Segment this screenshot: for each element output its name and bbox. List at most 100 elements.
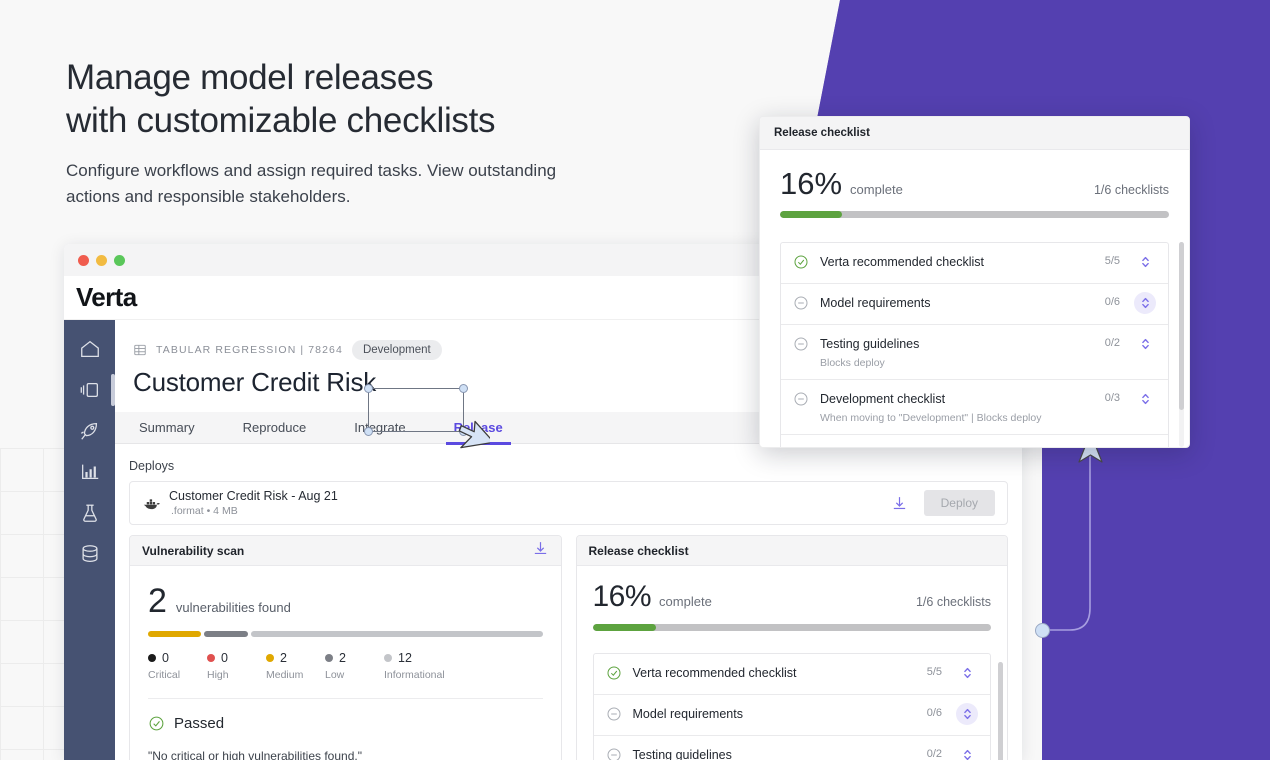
deploy-meta: .format • 4 MB: [171, 505, 238, 517]
chevron-updown-icon[interactable]: [1140, 255, 1151, 269]
checklist-name: Testing guidelines: [632, 748, 732, 760]
vulnerability-scan-card: Vulnerability scan 2 vulnerabilities fou…: [129, 535, 562, 760]
vulnerability-status: Passed: [174, 715, 225, 732]
severity-swatch: [384, 654, 392, 662]
vulnerability-count: 2: [148, 582, 167, 620]
severity-swatch: [325, 654, 333, 662]
severity-legend-item: 2 Low: [325, 651, 384, 681]
chevron-updown-icon[interactable]: [962, 748, 973, 760]
deploy-actions: Deploy: [891, 490, 995, 516]
progress-summary-row: 16% complete 1/6 checklists: [593, 582, 992, 612]
minus-circle-icon: [794, 337, 808, 351]
checklist-stepper[interactable]: [1134, 333, 1156, 355]
progress-bar: [592, 624, 991, 631]
selection-handle-top-right[interactable]: [459, 384, 468, 393]
minus-circle-icon: [607, 748, 620, 760]
popup-progress-bar: [780, 211, 1169, 218]
download-icon[interactable]: [891, 495, 908, 512]
tab-summary[interactable]: Summary: [115, 412, 219, 444]
vulnerability-count-row: 2 vulnerabilities found: [148, 584, 543, 618]
checklist-row[interactable]: Testing guidelinesBlocks deploy0/2: [781, 325, 1168, 380]
chevron-updown-icon[interactable]: [962, 707, 973, 721]
vulnerability-status-row: Passed: [148, 715, 543, 732]
check-circle-icon: [607, 666, 620, 680]
home-icon[interactable]: [79, 338, 101, 360]
flask-icon[interactable]: [79, 502, 101, 524]
chevron-updown-icon[interactable]: [962, 666, 973, 680]
download-icon[interactable]: [532, 540, 549, 557]
release-checklist-title: Release checklist: [588, 543, 689, 558]
checklist-stepper[interactable]: [956, 703, 978, 725]
tab-reproduce[interactable]: Reproduce: [219, 412, 331, 444]
severity-label: Low: [325, 669, 345, 681]
checklist-stepper[interactable]: [956, 662, 978, 684]
screenshot-root: Manage model releases with customizable …: [0, 0, 1270, 760]
popup-header: Release checklist: [760, 117, 1189, 150]
vulnerability-card-actions: [532, 540, 549, 562]
checklist-name: Development checklist: [820, 392, 946, 406]
checklist-name: Model requirements: [820, 296, 931, 310]
checklist-stepper[interactable]: [1134, 443, 1156, 448]
chevron-updown-icon[interactable]: [1140, 447, 1151, 448]
severity-legend-item: 0 High: [207, 651, 266, 681]
checklist-count: 0/3: [1104, 392, 1120, 404]
minus-circle-icon: [794, 392, 808, 406]
checklist-name: Verta recommended checklist: [632, 666, 797, 680]
checklist-row[interactable]: Verta recommended checklist 5/5: [593, 654, 990, 695]
popup-progress-summary: 16% complete 1/6 checklists: [780, 168, 1169, 199]
severity-value: 12: [398, 651, 412, 665]
checklist-row[interactable]: Testing guidelinesBlocks deploy0/2: [594, 736, 991, 760]
popup-scrollbar[interactable]: [1179, 242, 1184, 447]
checklist-count: 5/5: [1104, 255, 1120, 267]
window-close-icon[interactable]: [78, 254, 89, 266]
minus-circle-icon: [793, 446, 809, 448]
rocket-icon[interactable]: [79, 420, 101, 442]
selection-handle-bottom-left[interactable]: [364, 427, 373, 436]
chevron-updown-icon[interactable]: [1140, 296, 1151, 310]
severity-swatch: [207, 654, 215, 662]
checklist-stepper[interactable]: [956, 744, 978, 760]
minus-circle-icon: [794, 296, 808, 310]
page-headline: Manage model releases with customizable …: [66, 56, 706, 142]
checklist-scrollbar[interactable]: [998, 662, 1003, 760]
window-maximize-icon[interactable]: [114, 254, 125, 266]
database-icon[interactable]: [79, 543, 101, 565]
popup-scrollbar-thumb[interactable]: [1179, 242, 1184, 410]
severity-bar-segment: [148, 631, 201, 637]
release-checklist-body: 16% complete 1/6 checklists Verta recomm…: [577, 566, 1008, 760]
checklist-list: Verta recommended checklist 5/5 Model requ…: [592, 653, 991, 760]
chevron-updown-icon[interactable]: [1140, 337, 1151, 351]
bar-chart-icon[interactable]: [79, 461, 101, 483]
checklist-row[interactable]: Verta recommended checklist 5/5: [781, 243, 1168, 284]
page-subheadline: Configure workflows and assign required …: [66, 161, 557, 206]
brand-logo: Verta: [76, 282, 137, 312]
window-minimize-icon[interactable]: [96, 254, 107, 266]
checklist-row[interactable]: Development checklist When moving to "Dev…: [781, 380, 1168, 435]
checklist-row[interactable]: Staging checklistWhen moving to "Staging…: [781, 435, 1168, 448]
vulnerability-count-label: vulnerabilities found: [175, 600, 291, 615]
severity-label: Medium: [266, 669, 304, 681]
checklist-stepper[interactable]: [1134, 251, 1156, 273]
checklist-stepper[interactable]: [1134, 292, 1156, 314]
deploy-button[interactable]: Deploy: [923, 490, 995, 516]
panels-icon[interactable]: [79, 374, 115, 406]
deploy-row[interactable]: Customer Credit Risk - Aug 21 .format • …: [129, 481, 1008, 525]
breadcrumb-text: TABULAR REGRESSION | 78264: [156, 344, 343, 356]
checklist-name: Model requirements: [632, 707, 743, 721]
dot-handle-icon: [1035, 623, 1050, 638]
status-badge: Development: [351, 340, 442, 360]
checklist-row[interactable]: Model requirements 0/6: [781, 284, 1168, 325]
severity-legend-item: 0 Critical: [148, 651, 207, 681]
chevron-updown-icon[interactable]: [1140, 392, 1151, 406]
severity-legend-item: 12 Informational: [384, 651, 445, 681]
table-icon: [134, 344, 146, 356]
checklist-scrollbar-thumb[interactable]: [998, 662, 1003, 760]
popup-title: Release checklist: [774, 127, 870, 139]
severity-value: 2: [339, 651, 346, 665]
check-circle-icon: [794, 255, 808, 269]
vulnerability-legend: 0 Critical 0 High 2 Medium 2 Low 12 Informational: [148, 651, 543, 681]
checklist-row[interactable]: Model requirements 0/6: [593, 695, 990, 736]
popup-checklists-count: 1/6 checklists: [1093, 183, 1169, 197]
checklist-stepper[interactable]: [1134, 388, 1156, 410]
selection-handle-top-left[interactable]: [364, 384, 373, 393]
